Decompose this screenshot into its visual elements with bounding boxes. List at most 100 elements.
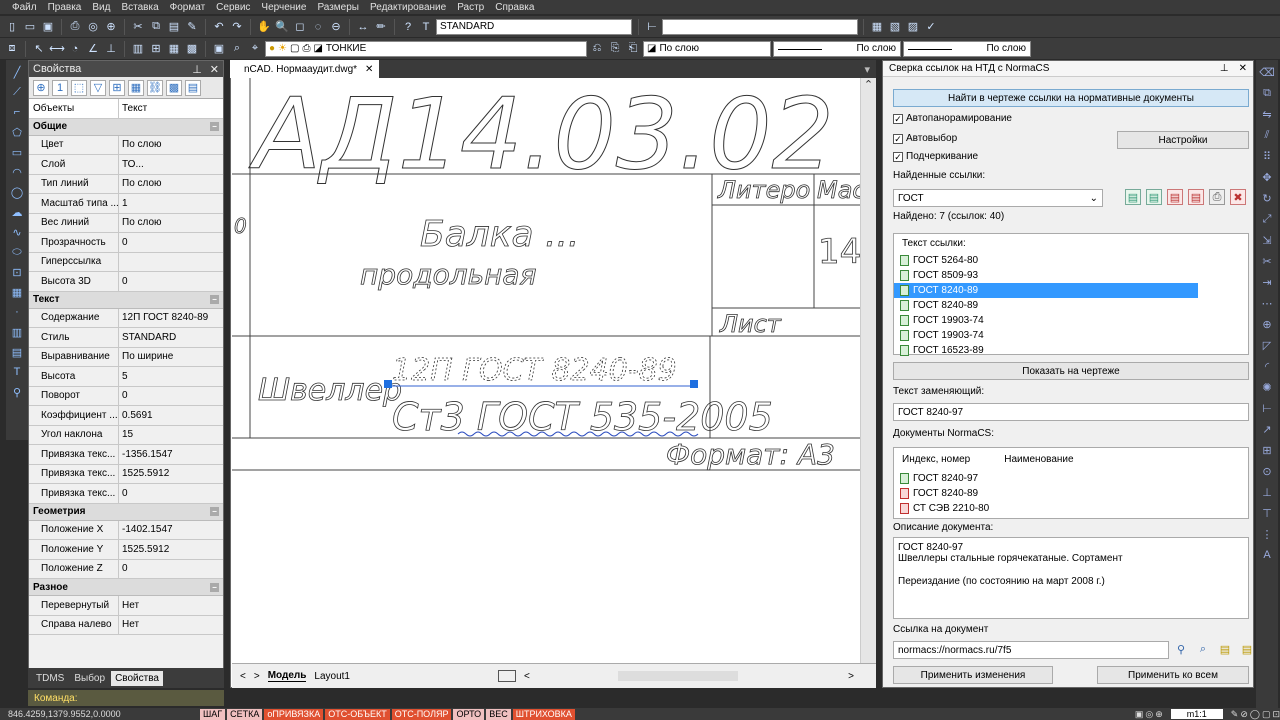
- print-report-icon[interactable]: ⎙: [1209, 189, 1225, 205]
- property-value[interactable]: -1402.1547: [119, 521, 223, 540]
- arc-icon[interactable]: ◠: [9, 164, 25, 180]
- property-row[interactable]: Прозрачность 0: [29, 233, 223, 253]
- property-value[interactable]: STANDARD: [119, 328, 223, 347]
- zoom-ext-icon[interactable]: ⌕: [229, 41, 245, 57]
- layout-preview-icon[interactable]: [498, 670, 516, 682]
- hatch-icon[interactable]: ▥: [130, 41, 146, 57]
- property-value[interactable]: По ширине: [119, 348, 223, 367]
- tray-icon[interactable]: ◎: [1145, 709, 1153, 720]
- grid-icon[interactable]: ▩: [166, 79, 182, 96]
- close-icon[interactable]: ✕: [210, 63, 219, 76]
- dim-angle-icon[interactable]: ∠: [85, 41, 101, 57]
- filter-icon[interactable]: ▽: [90, 79, 106, 96]
- snap-toggle[interactable]: ШАГ: [200, 708, 226, 720]
- open-link-icon[interactable]: ⚲: [1173, 641, 1189, 657]
- menu-draw[interactable]: Черчение: [261, 2, 306, 13]
- property-value[interactable]: -1356.1547: [119, 445, 223, 464]
- cloud-icon[interactable]: ☁: [9, 204, 25, 220]
- doc-list-item[interactable]: ГОСТ 8240-89: [894, 486, 1248, 501]
- drawing-canvas[interactable]: АД14.03.02 Литеро Мас 14, Лист 0 Балка .…: [232, 78, 860, 663]
- replace-input[interactable]: ГОСТ 8240-97: [893, 403, 1249, 421]
- property-value[interactable]: 0: [119, 233, 223, 252]
- doc-list-item[interactable]: ГОСТ 8240-97: [894, 471, 1248, 486]
- underline-checkbox[interactable]: ✓ Подчеркивание: [893, 151, 978, 162]
- zoom-window-icon[interactable]: ◻: [292, 19, 308, 35]
- property-value[interactable]: [119, 253, 223, 272]
- leader-icon[interactable]: ↗: [1259, 421, 1275, 437]
- zoom-icon[interactable]: ⊖: [328, 19, 344, 35]
- copy-obj-icon[interactable]: ⧉: [1259, 85, 1275, 101]
- close-tab-icon[interactable]: ✕: [365, 64, 373, 75]
- attribute-icon[interactable]: ⚲: [9, 384, 25, 400]
- rectangle-icon[interactable]: ▭: [9, 144, 25, 160]
- object-type-value[interactable]: Текст: [119, 99, 223, 118]
- center-icon[interactable]: ⊙: [1259, 463, 1275, 479]
- linetype-combo[interactable]: По слою: [773, 40, 901, 57]
- property-row[interactable]: Высота 5: [29, 367, 223, 387]
- hscroll-right-icon[interactable]: >: [848, 671, 854, 682]
- property-row[interactable]: Масштаб типа ... 1: [29, 194, 223, 214]
- close-icon[interactable]: ✕: [1239, 63, 1247, 74]
- property-value[interactable]: 1525.5912: [119, 540, 223, 559]
- otrack-toggle[interactable]: ОТС-ОБЪЕКТ: [325, 708, 390, 720]
- collapse-icon[interactable]: −: [210, 507, 219, 516]
- menu-file[interactable]: Файл: [12, 2, 37, 13]
- export-pdf-icon[interactable]: ▤: [1167, 189, 1183, 205]
- new-file-icon[interactable]: ▯: [4, 19, 20, 35]
- menu-format[interactable]: Формат: [170, 2, 206, 13]
- section-header[interactable]: Разное −: [29, 579, 223, 596]
- apply-all-button[interactable]: Применить ко всем: [1097, 666, 1249, 684]
- move-icon[interactable]: ✥: [1259, 169, 1275, 185]
- preview-icon[interactable]: ◎: [85, 19, 101, 35]
- tab-document[interactable]: nCAD. Нормааудит.dwg* ✕: [230, 60, 380, 78]
- export-doc-icon[interactable]: ▤: [1125, 189, 1141, 205]
- property-value[interactable]: 12П ГОСТ 8240-89: [119, 309, 223, 328]
- find-refs-button[interactable]: Найти в чертеже ссылки на нормативные до…: [893, 89, 1249, 107]
- layer-prev-icon[interactable]: ⎌: [589, 41, 605, 57]
- search-doc-icon[interactable]: ⌕: [1195, 641, 1211, 657]
- erase-icon[interactable]: ⌫: [1259, 64, 1275, 80]
- pin-icon[interactable]: ⊥: [1220, 63, 1229, 74]
- property-value[interactable]: 0: [119, 560, 223, 579]
- property-value[interactable]: 0: [119, 484, 223, 503]
- property-row[interactable]: Привязка текс... 1525.5912: [29, 464, 223, 484]
- grip-handle[interactable]: [384, 380, 392, 388]
- property-row[interactable]: Содержание 12П ГОСТ 8240-89: [29, 308, 223, 328]
- rotate-icon[interactable]: ↻: [1259, 190, 1275, 206]
- baseline-icon[interactable]: ⊤: [1259, 505, 1275, 521]
- auto-select-checkbox[interactable]: ✓ Автовыбор: [893, 133, 957, 144]
- doc-icon[interactable]: ▤: [1217, 641, 1233, 657]
- selected-text-t1[interactable]: 12П ГОСТ 8240-89: [392, 353, 678, 389]
- layer-iso-icon[interactable]: ⎗: [625, 41, 641, 57]
- show-in-drawing-button[interactable]: Показать на чертеже: [893, 362, 1249, 380]
- property-value[interactable]: 5: [119, 367, 223, 386]
- ortho-toggle[interactable]: ОРТО: [453, 708, 485, 720]
- export-excel-icon[interactable]: ▤: [1146, 189, 1162, 205]
- copy-icon[interactable]: ⧉: [148, 19, 164, 35]
- tab-selection[interactable]: Выбор: [70, 671, 109, 686]
- property-row[interactable]: Положение Y 1525.5912: [29, 540, 223, 560]
- doc-copy-icon[interactable]: ▤: [1239, 641, 1255, 657]
- color-combo[interactable]: ◪ По слою: [643, 40, 771, 57]
- property-value[interactable]: ТО...: [119, 155, 223, 174]
- property-row[interactable]: Привязка текс... 0: [29, 484, 223, 504]
- lineweight-toggle[interactable]: ВЕС: [486, 708, 511, 720]
- tree-icon[interactable]: ▤: [185, 79, 201, 96]
- tool-palette-icon[interactable]: ▧: [887, 19, 903, 35]
- tab-model[interactable]: Модель: [267, 670, 307, 682]
- ref-list-item[interactable]: ГОСТ 19903-74: [894, 313, 1248, 328]
- continue-icon[interactable]: ⋮: [1259, 526, 1275, 542]
- property-value[interactable]: По слою: [119, 175, 223, 194]
- dim-style-combo[interactable]: [662, 18, 858, 35]
- hatch-icon[interactable]: ▥: [9, 324, 25, 340]
- property-row[interactable]: Слой ТО...: [29, 155, 223, 175]
- design-center-icon[interactable]: ▦: [869, 19, 885, 35]
- export-report-icon[interactable]: ▤: [1188, 189, 1204, 205]
- property-row[interactable]: Положение Z0: [29, 559, 223, 579]
- property-value[interactable]: 0.5691: [119, 406, 223, 425]
- tab-next-icon[interactable]: >: [254, 671, 260, 682]
- text-style-icon[interactable]: T: [418, 19, 434, 35]
- hscroll-left-icon[interactable]: <: [524, 671, 530, 682]
- tolerance-icon[interactable]: ⊞: [1259, 442, 1275, 458]
- menu-view[interactable]: Вид: [92, 2, 110, 13]
